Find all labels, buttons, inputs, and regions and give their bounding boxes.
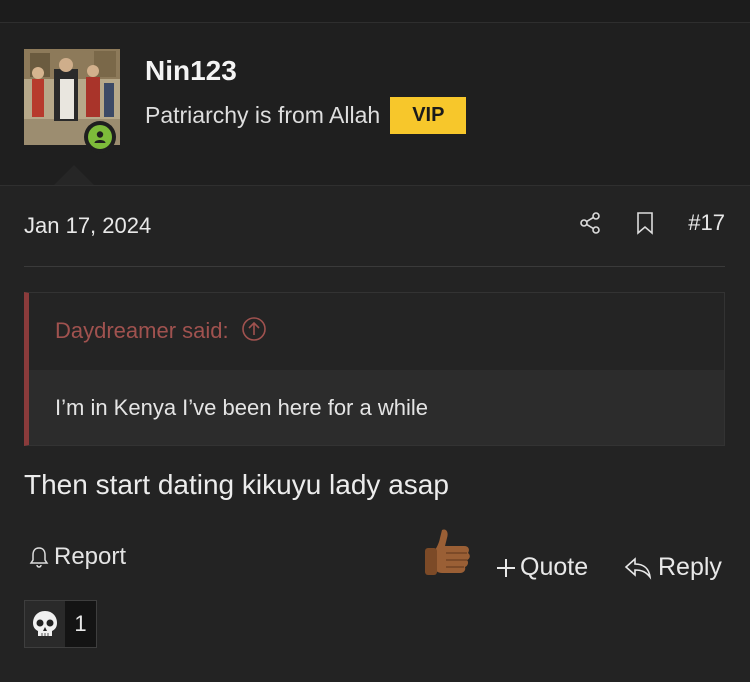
quote-button[interactable]: Quote: [496, 553, 588, 582]
bookmark-icon[interactable]: [634, 211, 656, 235]
arrow-up-circle-icon[interactable]: [241, 316, 267, 347]
pointer-arrow: [54, 165, 94, 185]
user-title-row: Patriarchy is from Allah VIP: [145, 97, 467, 134]
reply-button[interactable]: Reply: [624, 553, 722, 582]
plus-icon: [497, 558, 515, 577]
reaction-bar[interactable]: 1: [24, 600, 97, 648]
report-label: Report: [54, 543, 127, 570]
post-actions: #17: [578, 210, 725, 236]
online-status: [84, 121, 116, 153]
share-icon[interactable]: [578, 211, 602, 235]
username[interactable]: Nin123: [145, 55, 237, 87]
skull-icon: [25, 601, 65, 647]
quote-header[interactable]: Daydreamer said:: [29, 293, 724, 369]
quote-text: I’m in Kenya I’ve been here for a while: [29, 370, 724, 445]
vip-badge: VIP: [390, 97, 467, 134]
report-button[interactable]: Report: [28, 543, 126, 571]
bell-icon: [29, 547, 49, 568]
post-message: Then start dating kikuyu lady asap: [24, 469, 449, 500]
user-icon: [94, 131, 106, 143]
post-date[interactable]: Jan 17, 2024: [24, 213, 151, 239]
quote-author[interactable]: Daydreamer said:: [55, 318, 229, 344]
post-number[interactable]: #17: [688, 210, 725, 236]
thumbs-up-icon[interactable]: [422, 526, 476, 580]
divider: [24, 266, 725, 267]
user-title: Patriarchy is from Allah: [145, 102, 381, 128]
post: Jan 17, 2024 #17 Daydreamer said: I’m in…: [0, 186, 750, 682]
top-strip: [0, 0, 750, 23]
quote-label: Quote: [520, 553, 589, 581]
quote-block: Daydreamer said: I’m in Kenya I’ve been …: [24, 292, 725, 446]
reaction-count: 1: [65, 601, 96, 647]
reply-icon: [624, 556, 652, 580]
user-avatar[interactable]: [24, 49, 120, 153]
user-section: Nin123 Patriarchy is from Allah VIP: [0, 23, 750, 186]
reply-label: Reply: [658, 553, 722, 581]
